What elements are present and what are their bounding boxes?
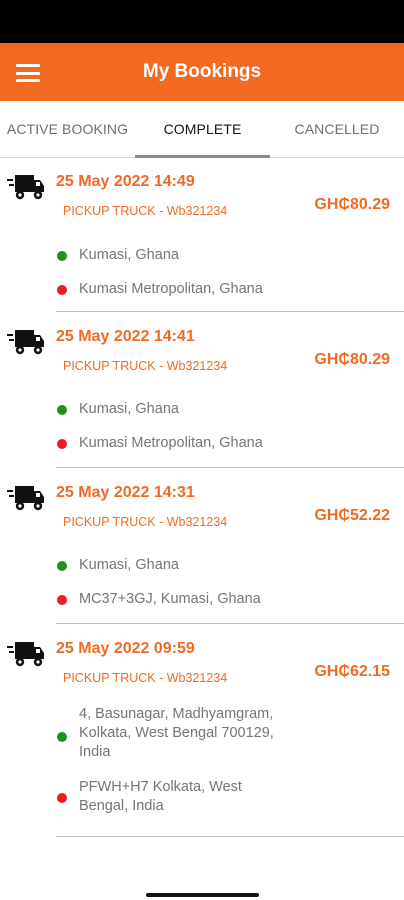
pickup-dot [57, 732, 67, 742]
booking-card[interactable]: 25 May 2022 14:49 PICKUP TRUCK - Wb32123… [0, 158, 404, 312]
booking-card[interactable]: 25 May 2022 14:31 PICKUP TRUCK - Wb32123… [0, 469, 404, 624]
vehicle-info: PICKUP TRUCK - Wb321234 [63, 515, 228, 529]
booking-list: 25 May 2022 14:49 PICKUP TRUCK - Wb32123… [0, 158, 404, 898]
booking-price: GH₵80.29 [314, 196, 390, 213]
pickup-location: Kumasi, Ghana [79, 401, 179, 417]
app-bar: My Bookings [0, 43, 404, 101]
pickup-dot [57, 405, 67, 415]
booking-date: 25 May 2022 14:31 [56, 484, 195, 501]
dropoff-dot [57, 793, 67, 803]
divider [56, 623, 404, 624]
booking-date: 25 May 2022 09:59 [56, 640, 195, 657]
pickup-line: India [79, 744, 111, 760]
pickup-location: Kumasi, Ghana [79, 247, 179, 263]
vehicle-info: PICKUP TRUCK - Wb321234 [63, 204, 228, 218]
booking-date: 25 May 2022 14:41 [56, 328, 195, 345]
dropoff-location: PFWH+H7 Kolkata, West Bengal, India [79, 778, 242, 816]
booking-price: GH₵52.22 [314, 507, 390, 524]
tab-cancelled[interactable]: CANCELLED [270, 101, 404, 157]
dropoff-line: Bengal, India [79, 798, 164, 814]
divider [56, 836, 404, 837]
dropoff-dot [57, 285, 67, 295]
divider [56, 311, 404, 312]
delivery-truck-icon [7, 486, 44, 511]
dropoff-line: PFWH+H7 Kolkata, West [79, 779, 242, 795]
dropoff-location: MC37+3GJ, Kumasi, Ghana [79, 591, 261, 607]
vehicle-info: PICKUP TRUCK - Wb321234 [63, 671, 228, 685]
delivery-truck-icon [7, 175, 44, 200]
booking-card[interactable]: 25 May 2022 14:41 PICKUP TRUCK - Wb32123… [0, 313, 404, 468]
delivery-truck-icon [7, 330, 44, 355]
booking-date: 25 May 2022 14:49 [56, 173, 195, 190]
booking-card[interactable]: 25 May 2022 09:59 PICKUP TRUCK - Wb32123… [0, 625, 404, 837]
dropoff-dot [57, 439, 67, 449]
booking-price: GH₵62.15 [314, 663, 390, 680]
status-bar [0, 0, 404, 43]
dropoff-location: Kumasi Metropolitan, Ghana [79, 435, 263, 451]
dropoff-location: Kumasi Metropolitan, Ghana [79, 281, 263, 297]
booking-tabs: ACTIVE BOOKING COMPLETE CANCELLED [0, 101, 404, 158]
dropoff-dot [57, 595, 67, 605]
home-indicator[interactable] [146, 893, 259, 897]
hamburger-menu-icon[interactable] [16, 64, 40, 82]
tab-complete[interactable]: COMPLETE [135, 101, 270, 158]
divider [56, 467, 404, 468]
pickup-dot [57, 251, 67, 261]
tab-active-booking[interactable]: ACTIVE BOOKING [0, 101, 135, 157]
pickup-dot [57, 561, 67, 571]
pickup-line: 4, Basunagar, Madhyamgram, [79, 706, 274, 722]
pickup-line: Kolkata, West Bengal 700129, [79, 725, 274, 741]
page-title: My Bookings [142, 61, 262, 82]
pickup-location: Kumasi, Ghana [79, 557, 179, 573]
pickup-location: 4, Basunagar, Madhyamgram, Kolkata, West… [79, 705, 274, 762]
delivery-truck-icon [7, 642, 44, 667]
vehicle-info: PICKUP TRUCK - Wb321234 [63, 359, 228, 373]
booking-price: GH₵80.29 [314, 351, 390, 368]
